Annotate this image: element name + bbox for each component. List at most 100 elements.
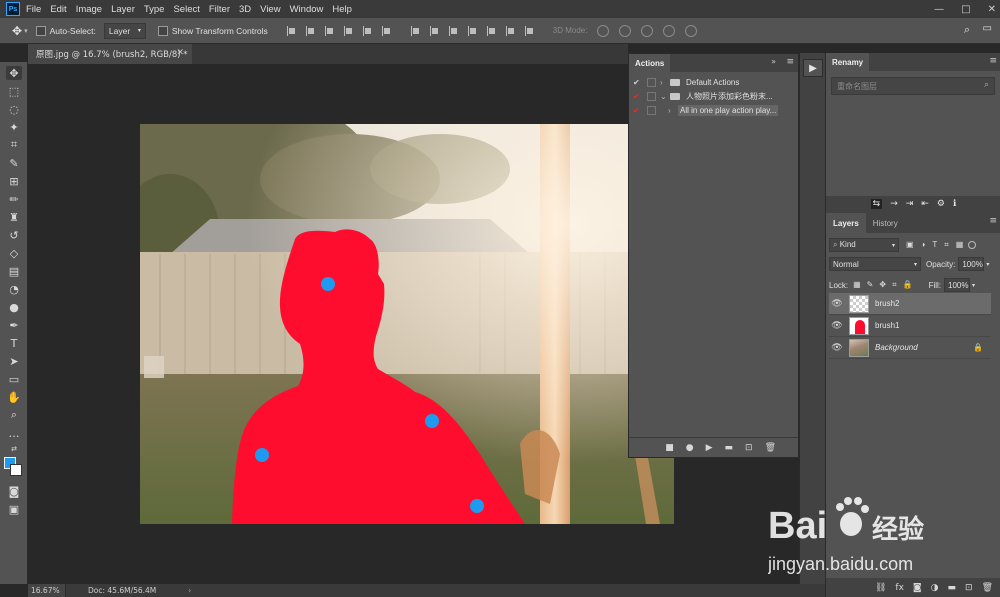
visibility-eye-icon[interactable]: 👁 bbox=[829, 298, 845, 309]
orbit-3d-icon[interactable] bbox=[597, 24, 610, 37]
distribute-bottom-icon[interactable] bbox=[448, 25, 458, 36]
zoom-tool[interactable]: ⌕ bbox=[6, 408, 22, 422]
action-set-custom[interactable]: ✔ ⌄ 人物照片添加彩色粉末... bbox=[629, 89, 798, 103]
delete-layer-icon[interactable]: 🗑 bbox=[982, 583, 993, 593]
distribute-hcenter-icon[interactable] bbox=[486, 25, 496, 36]
align-top-icon[interactable] bbox=[286, 25, 296, 36]
search-icon[interactable]: ⌕ bbox=[964, 23, 970, 37]
hand-tool[interactable]: ✋ bbox=[6, 390, 22, 404]
panel-menu-icon[interactable]: ≡ bbox=[786, 57, 794, 67]
arrow-right-icon[interactable]: → bbox=[890, 199, 898, 209]
toggle-check-icon[interactable]: ✔ bbox=[633, 92, 645, 101]
healing-brush-tool[interactable]: ⊞ bbox=[6, 174, 22, 188]
menu-view[interactable]: View bbox=[260, 4, 280, 15]
add-mask-icon[interactable]: ◙ bbox=[913, 583, 922, 593]
eyedropper-tool[interactable]: ✎ bbox=[6, 156, 22, 170]
link-layers-icon[interactable]: ⛓ bbox=[875, 583, 886, 593]
dialog-toggle-icon[interactable] bbox=[647, 77, 656, 87]
menu-type[interactable]: Type bbox=[144, 4, 165, 15]
minimize-button[interactable]: — bbox=[934, 4, 944, 15]
dialog-toggle-icon[interactable] bbox=[647, 91, 656, 101]
folder-icon[interactable]: ▬ bbox=[725, 443, 734, 453]
type-tool[interactable]: T bbox=[6, 336, 22, 350]
layer-row-background[interactable]: 👁 Background 🔒 bbox=[829, 337, 991, 359]
distribute-left-icon[interactable] bbox=[467, 25, 477, 36]
dialog-toggle-icon[interactable] bbox=[647, 105, 656, 115]
stop-icon[interactable]: ■ bbox=[665, 443, 674, 453]
brush-tool[interactable]: ✏ bbox=[6, 192, 22, 206]
move-tool-icon[interactable]: ✥ bbox=[12, 24, 22, 38]
menu-3d[interactable]: 3D bbox=[239, 4, 251, 15]
menu-help[interactable]: Help bbox=[332, 4, 352, 15]
actions-panel-toggle-play-icon[interactable]: ▶ bbox=[803, 59, 823, 77]
distribute-vcenter-icon[interactable] bbox=[429, 25, 439, 36]
fill-input[interactable]: 100% bbox=[944, 278, 971, 292]
rename-icon[interactable]: ⇆ bbox=[870, 199, 883, 209]
history-brush-tool[interactable]: ↺ bbox=[6, 228, 22, 242]
toggle-check-icon[interactable]: ✔ bbox=[633, 78, 645, 87]
edit-toolbar-icon[interactable]: … bbox=[6, 426, 22, 440]
lasso-tool[interactable]: ◌ bbox=[6, 102, 22, 116]
blur-tool[interactable]: ◔ bbox=[6, 282, 22, 296]
tab-actions[interactable]: Actions bbox=[629, 54, 671, 72]
align-left-icon[interactable] bbox=[343, 25, 353, 36]
adjustment-layer-icon[interactable]: ◑ bbox=[931, 583, 939, 593]
opacity-chevron-icon[interactable]: ▾ bbox=[986, 261, 989, 268]
settings-icon[interactable]: ⚙ bbox=[937, 199, 945, 209]
collapse-arrow-icon[interactable]: ⌄ bbox=[660, 92, 670, 101]
distribute-right-icon[interactable] bbox=[505, 25, 515, 36]
image-canvas[interactable] bbox=[140, 124, 674, 524]
menu-layer[interactable]: Layer bbox=[111, 4, 135, 15]
workspace-icon[interactable]: ▭ bbox=[983, 23, 992, 34]
eraser-tool[interactable]: ◇ bbox=[6, 246, 22, 260]
show-transform-checkbox[interactable]: Show Transform Controls bbox=[157, 25, 268, 36]
auto-select-checkbox[interactable]: Auto-Select: bbox=[35, 25, 96, 36]
scale-3d-icon[interactable] bbox=[685, 24, 698, 37]
close-tab-icon[interactable]: ✕ bbox=[176, 48, 184, 58]
distribute-top-icon[interactable] bbox=[410, 25, 420, 36]
collapse-panel-icon[interactable]: » bbox=[771, 57, 776, 66]
roll-3d-icon[interactable] bbox=[619, 24, 632, 37]
pen-tool[interactable]: ✒ bbox=[6, 318, 22, 332]
tab-history[interactable]: History bbox=[866, 213, 905, 233]
auto-align-icon[interactable] bbox=[524, 25, 534, 36]
align-vcenter-icon[interactable] bbox=[305, 25, 315, 36]
new-group-icon[interactable]: ▬ bbox=[948, 583, 957, 593]
align-hcenter-icon[interactable] bbox=[362, 25, 372, 36]
pan-3d-icon[interactable] bbox=[641, 24, 654, 37]
action-set-default[interactable]: ✔ › Default Actions bbox=[629, 75, 798, 89]
info-icon[interactable]: ℹ bbox=[953, 199, 956, 209]
menu-filter[interactable]: Filter bbox=[209, 4, 230, 15]
swap-colors-icon[interactable]: ⇄ bbox=[6, 442, 22, 456]
expand-arrow-icon[interactable]: › bbox=[668, 106, 678, 115]
layer-row-brush2[interactable]: 👁 brush2 bbox=[829, 293, 991, 315]
maximize-button[interactable]: □ bbox=[961, 4, 970, 15]
path-selection-tool[interactable]: ➤ bbox=[6, 354, 22, 368]
new-action-icon[interactable]: ⊡ bbox=[745, 443, 753, 453]
quick-mask-icon[interactable]: ◙ bbox=[6, 484, 22, 498]
blend-mode-dropdown[interactable]: Normal ▾ bbox=[829, 257, 921, 271]
record-icon[interactable]: ● bbox=[686, 443, 694, 453]
menu-select[interactable]: Select bbox=[173, 4, 199, 15]
import-icon[interactable]: ⇤ bbox=[921, 199, 929, 209]
align-right-icon[interactable] bbox=[381, 25, 391, 36]
align-bottom-icon[interactable] bbox=[324, 25, 334, 36]
visibility-eye-icon[interactable]: 👁 bbox=[829, 342, 845, 353]
fill-chevron-icon[interactable]: ▾ bbox=[972, 282, 975, 289]
expand-arrow-icon[interactable]: › bbox=[660, 78, 670, 87]
close-button[interactable]: ✕ bbox=[988, 4, 996, 15]
gradient-tool[interactable]: ▤ bbox=[6, 264, 22, 278]
layer-filter-dropdown[interactable]: ⌕ Kind ▾ bbox=[829, 238, 899, 252]
tool-preset-chevron-icon[interactable]: ▾ bbox=[24, 27, 28, 35]
filter-toggle-icon[interactable] bbox=[968, 241, 977, 249]
tab-layers[interactable]: Layers bbox=[826, 213, 866, 233]
zoom-level-field[interactable]: 16.67% bbox=[28, 584, 66, 597]
layer-filter-type-icons[interactable]: ▣◑T⌗▦ bbox=[906, 240, 970, 250]
marquee-tool[interactable]: ⬚ bbox=[6, 84, 22, 98]
clone-stamp-tool[interactable]: ♜ bbox=[6, 210, 22, 224]
status-menu-chevron-icon[interactable]: › bbox=[188, 586, 191, 595]
tab-renamy[interactable]: Renamy bbox=[826, 53, 870, 71]
document-tab[interactable]: 原图.jpg @ 16.7% (brush2, RGB/8) * ✕ bbox=[28, 44, 192, 64]
move-tool[interactable]: ✥ bbox=[6, 66, 22, 80]
lock-icon[interactable]: 🔒 bbox=[973, 343, 983, 352]
